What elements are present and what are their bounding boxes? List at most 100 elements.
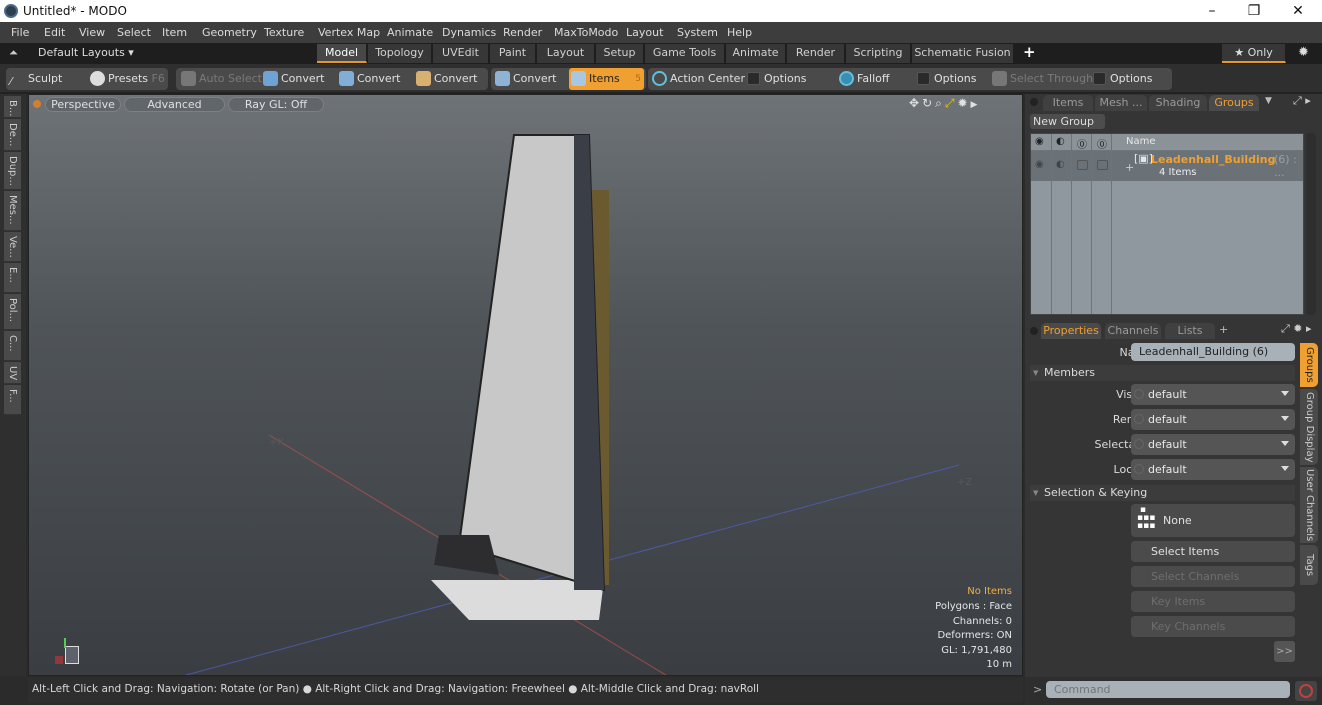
properties-tools-icon[interactable]: ⤢ ✹ ▸ [1281,322,1312,336]
render-column-icon[interactable]: ◐ [1056,136,1065,147]
falloff-options-button[interactable]: Options [914,68,976,90]
tab-scripting[interactable]: Scripting [846,44,911,63]
menu-view[interactable]: View [79,26,105,39]
tab-topology[interactable]: Topology [368,44,432,63]
side-tab-tags[interactable]: Tags [1300,545,1318,585]
menu-file[interactable]: File [11,26,29,39]
select-channels-button[interactable]: Select Channels [1131,566,1295,587]
tab-uvedit[interactable]: UVEdit [433,44,489,63]
tab-setup[interactable]: Setup [596,44,644,63]
select-through-button[interactable]: Select Through [990,68,1093,90]
menu-animate[interactable]: Animate [387,26,433,39]
new-group-button[interactable]: New Group [1030,114,1105,129]
visible-dropdown[interactable]: default [1131,384,1295,405]
left-tab-mesh-edit[interactable]: Mes... [4,191,21,231]
menu-vertex-map[interactable]: Vertex Map [318,26,380,39]
tab-schematic-fusion[interactable]: Schematic Fusion [912,44,1014,63]
left-tab-duplicate[interactable]: Dup... [4,152,21,190]
row-render-icon[interactable]: ◐ [1056,159,1065,170]
menu-geometry[interactable]: Geometry [202,26,257,39]
falloff-button[interactable]: Falloff [837,68,889,90]
tab-mesh[interactable]: Mesh ... [1095,95,1147,111]
key-channels-button[interactable]: Key Channels [1131,616,1295,637]
tabs-dropdown-icon[interactable]: ▼ [1265,96,1272,106]
left-tab-polygon[interactable]: Pol... [4,294,21,330]
tab-animate[interactable]: Animate [726,44,786,63]
minimize-button[interactable]: – [1190,1,1234,21]
maximize-button[interactable]: ❐ [1232,1,1276,21]
action-center-options-button[interactable]: Options [744,68,806,90]
left-tab-edge[interactable]: E... [4,263,21,293]
locked-dropdown[interactable]: default [1131,459,1295,480]
tab-layout[interactable]: Layout [537,44,595,63]
menu-texture[interactable]: Texture [264,26,304,39]
maximize-panel-icon[interactable]: ⤢ ▸ [1293,94,1311,108]
side-tab-groups[interactable]: Groups [1300,343,1318,387]
menu-item[interactable]: Item [162,26,187,39]
menu-select[interactable]: Select [117,26,151,39]
menu-maxtomodo[interactable]: MaxToModo [554,26,618,39]
convert-materials-button[interactable]: Convert [493,68,557,90]
menu-edit[interactable]: Edit [44,26,65,39]
select-through-options-button[interactable]: Options [1090,68,1152,90]
properties-menu-icon[interactable] [1030,327,1038,335]
key-items-button[interactable]: Key Items [1131,591,1295,612]
add-properties-tab[interactable]: + [1219,323,1228,336]
command-input[interactable] [1046,681,1290,698]
left-tab-basic[interactable]: B... [4,96,21,118]
layout-collapse-icon[interactable]: ⏶ [9,46,18,60]
select-column-icon[interactable]: ⓪ [1097,136,1107,151]
more-button[interactable]: >> [1274,641,1295,662]
visibility-column-icon[interactable]: ◉ [1035,136,1044,147]
tab-paint[interactable]: Paint [490,44,536,63]
tab-items[interactable]: Items [1043,95,1093,111]
sculpt-button[interactable]: ⁄ Sculpt [8,68,62,90]
render-dropdown[interactable]: default [1131,409,1295,430]
select-items-button[interactable]: Select Items [1131,541,1295,562]
members-section[interactable]: Members [1030,365,1295,381]
menu-render[interactable]: Render [503,26,542,39]
side-tab-group-display[interactable]: Group Display [1300,389,1318,465]
3d-viewport[interactable]: Perspective Advanced Ray GL: Off ✥↻⌕⤢✹▶ … [28,94,1023,676]
default-layouts-dropdown[interactable]: Default Layouts ▾ [38,46,134,59]
expand-icon[interactable]: + [1125,161,1134,174]
tab-channels[interactable]: Channels [1105,323,1161,339]
gear-icon[interactable]: ✹ [1298,45,1309,60]
tab-render[interactable]: Render [787,44,845,63]
add-tab-button[interactable]: + [1023,43,1036,61]
row-visibility-icon[interactable]: ◉ [1035,159,1044,170]
tab-groups[interactable]: Groups [1209,95,1259,111]
presets-button[interactable]: Presets F6 [88,68,165,90]
left-tab-fusion[interactable]: F... [4,385,21,415]
panel-menu-icon[interactable] [1030,98,1038,106]
selection-keying-section[interactable]: Selection & Keying [1030,485,1295,501]
tab-model[interactable]: Model [317,44,367,63]
groups-list-scrollbar[interactable] [1306,133,1316,315]
left-tab-deform[interactable]: De... [4,119,21,151]
items-mode-button[interactable]: Items 5 [569,68,644,90]
menu-system[interactable]: System [677,26,718,39]
action-center-button[interactable]: Action Center [650,68,745,90]
left-tab-uv[interactable]: UV [4,362,21,384]
auto-select-button[interactable]: Auto Select [179,68,262,90]
left-tab-vertex[interactable]: Ve... [4,232,21,262]
close-button[interactable]: ✕ [1276,1,1320,21]
convert-polygons-button[interactable]: Convert [414,68,478,90]
left-tab-curve[interactable]: C... [4,331,21,361]
menu-layout[interactable]: Layout [626,26,663,39]
side-tab-user-channels[interactable]: User Channels [1300,467,1318,543]
tab-game-tools[interactable]: Game Tools [645,44,725,63]
none-selection-button[interactable]: ▪ ▪▪▪ ▪▪▪ None [1131,504,1295,537]
convert-edges-button[interactable]: Convert [337,68,401,90]
only-filter-button[interactable]: ★ Only [1222,44,1286,63]
name-input[interactable]: Leadenhall_Building (6) [1131,343,1295,361]
tab-shading[interactable]: Shading [1149,95,1207,111]
tab-properties[interactable]: Properties [1041,323,1101,339]
tab-lists[interactable]: Lists [1165,323,1215,339]
menu-dynamics[interactable]: Dynamics [442,26,496,39]
record-button[interactable] [1295,681,1317,701]
convert-vertices-button[interactable]: Convert [261,68,325,90]
row-select-toggle[interactable] [1097,160,1108,170]
menu-help[interactable]: Help [727,26,752,39]
row-lock-toggle[interactable] [1077,160,1088,170]
